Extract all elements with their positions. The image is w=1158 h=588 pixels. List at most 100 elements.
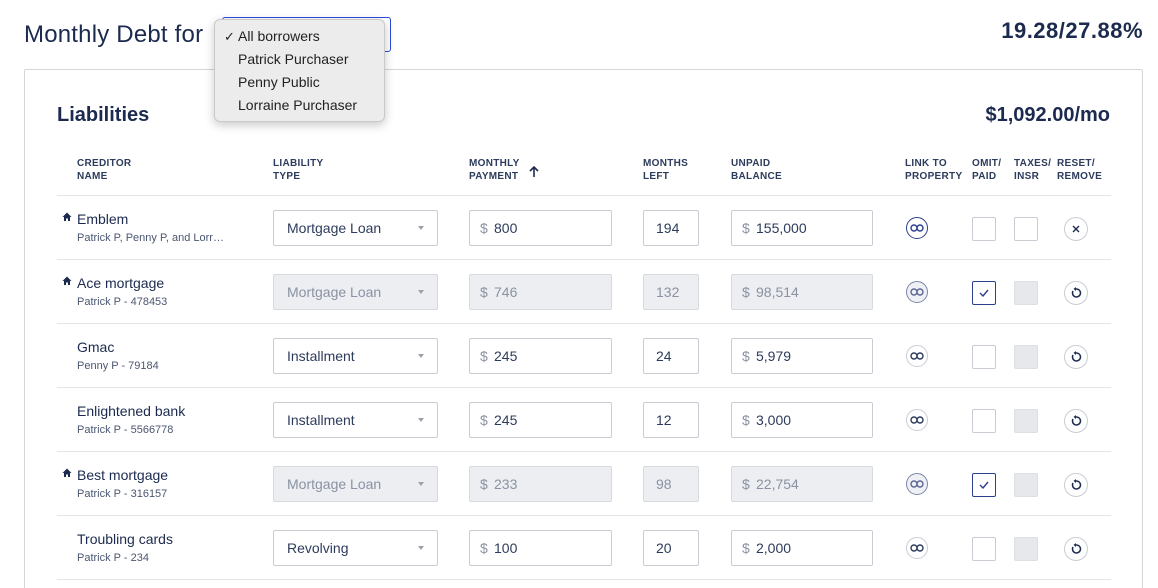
liability-type-value: Installment [287, 348, 355, 364]
monthly-payment-input[interactable]: $245 [469, 338, 612, 374]
remove-button[interactable] [1064, 217, 1088, 241]
unpaid-balance-input[interactable]: $98,514 [731, 274, 873, 310]
liability-type-select[interactable]: Revolving [273, 530, 438, 566]
liability-type-select[interactable]: Mortgage Loan [273, 274, 438, 310]
monthly-payment-input[interactable]: $746 [469, 274, 612, 310]
borrower-dropdown-menu: ✓ All borrowers Patrick Purchaser Penny P… [214, 19, 385, 122]
col-header-line: UNPAID [731, 158, 771, 169]
dti-ratio: 19.28/27.88% [1001, 18, 1143, 43]
dropdown-option-all-borrowers[interactable]: ✓ All borrowers [215, 25, 384, 48]
dropdown-option-penny-public[interactable]: Penny Public [215, 71, 384, 94]
unpaid-balance-input[interactable]: $155,000 [731, 210, 873, 246]
link-to-property-button[interactable] [906, 537, 928, 559]
reset-button[interactable] [1064, 537, 1088, 561]
liabilities-title: Liabilities [57, 104, 150, 126]
col-header-line: TAXES/ [1014, 158, 1052, 169]
currency-symbol: $ [480, 220, 488, 236]
months-left-input[interactable]: 24 [643, 338, 699, 374]
link-icon [910, 416, 924, 424]
monthly-payment-input[interactable]: $800 [469, 210, 612, 246]
liability-type-select[interactable]: Mortgage Loan [273, 466, 438, 502]
link-to-property-button[interactable] [906, 217, 928, 239]
col-header-line: OMIT/ [972, 158, 1002, 169]
currency-symbol: $ [742, 220, 750, 236]
col-header-type[interactable]: LIABILITY TYPE [273, 157, 323, 183]
unpaid-balance-input[interactable]: $3,000 [731, 402, 873, 438]
months-left-input[interactable]: 12 [643, 402, 699, 438]
monthly-payment-input[interactable]: $233 [469, 466, 612, 502]
liability-type-select[interactable]: Mortgage Loan [273, 210, 438, 246]
monthly-payment-value: 245 [494, 348, 518, 364]
months-left-input[interactable]: 194 [643, 210, 699, 246]
dropdown-option-lorraine-purchaser[interactable]: Lorraine Purchaser [215, 94, 384, 117]
col-header-line: PAYMENT [469, 171, 519, 182]
liability-type-value: Installment [287, 412, 355, 428]
months-left-input[interactable]: 20 [643, 530, 699, 566]
sort-ascending-icon[interactable] [527, 165, 541, 179]
col-header-line: MONTHS [643, 158, 689, 169]
caret-down-icon [418, 226, 424, 230]
omit-paid-checkbox[interactable] [972, 345, 996, 369]
reset-button[interactable] [1064, 345, 1088, 369]
unpaid-balance-input[interactable]: $22,754 [731, 466, 873, 502]
link-to-property-button[interactable] [906, 281, 928, 303]
dropdown-option-patrick-purchaser[interactable]: Patrick Purchaser [215, 48, 384, 71]
liability-type-select[interactable]: Installment [273, 338, 438, 374]
checkmark-icon: ✓ [224, 29, 235, 44]
dropdown-option-label: Penny Public [238, 74, 320, 90]
link-to-property-button[interactable] [906, 473, 928, 495]
col-header-omit: OMIT/PAID [972, 157, 1001, 183]
omit-paid-checkbox[interactable] [972, 217, 996, 241]
col-header-link: LINK TO PROPERTY [905, 157, 962, 183]
table-row: Ace mortgage Patrick P - 478453 Mortgage L… [25, 260, 1144, 324]
taxes-insurance-checkbox [1014, 409, 1038, 433]
col-header-line: BALANCE [731, 171, 782, 182]
liabilities-total: $1,092.00/mo [985, 104, 1110, 126]
liability-type-value: Revolving [287, 540, 349, 556]
monthly-payment-input[interactable]: $245 [469, 402, 612, 438]
creditor-name: Gmac [77, 339, 115, 355]
caret-down-icon [418, 290, 424, 294]
taxes-insurance-checkbox [1014, 537, 1038, 561]
months-left-input[interactable]: 98 [643, 466, 699, 502]
col-header-months[interactable]: MONTHS LEFT [643, 157, 688, 183]
taxes-insurance-checkbox [1014, 473, 1038, 497]
col-header-payment[interactable]: MONTHLY PAYMENT [469, 157, 520, 183]
col-header-taxes: TAXES/INSR [1014, 157, 1051, 183]
currency-symbol: $ [480, 412, 488, 428]
unpaid-balance-input[interactable]: $2,000 [731, 530, 873, 566]
row-divider [57, 579, 1111, 580]
col-header-line: MONTHLY [469, 158, 520, 169]
monthly-payment-input[interactable]: $100 [469, 530, 612, 566]
dropdown-option-label: All borrowers [238, 28, 320, 44]
taxes-insurance-checkbox [1014, 281, 1038, 305]
monthly-payment-value: 245 [494, 412, 518, 428]
liability-type-select[interactable]: Installment [273, 402, 438, 438]
reset-button[interactable] [1064, 409, 1088, 433]
omit-paid-checkbox[interactable] [972, 409, 996, 433]
link-to-property-button[interactable] [906, 409, 928, 431]
table-row: Gmac Penny P - 79184 Installment $245 24 $5,9… [25, 324, 1144, 388]
reset-icon [1071, 479, 1082, 490]
link-icon [910, 288, 924, 296]
currency-symbol: $ [742, 540, 750, 556]
omit-paid-checkbox[interactable] [972, 281, 996, 305]
link-to-property-button[interactable] [906, 345, 928, 367]
unpaid-balance-input[interactable]: $5,979 [731, 338, 873, 374]
unpaid-balance-value: 5,979 [756, 348, 792, 364]
dropdown-option-label: Patrick Purchaser [238, 51, 349, 67]
col-header-creditor[interactable]: CREDITOR NAME [77, 157, 131, 183]
taxes-insurance-checkbox[interactable] [1014, 217, 1038, 241]
unpaid-balance-value: 2,000 [756, 540, 792, 556]
omit-paid-checkbox[interactable] [972, 473, 996, 497]
reset-button[interactable] [1064, 281, 1088, 305]
home-icon [62, 276, 72, 285]
table-row: Best mortgage Patrick P - 316157 Mortgage … [25, 452, 1144, 516]
creditor-name: Troubling cards [77, 531, 173, 547]
omit-paid-checkbox[interactable] [972, 537, 996, 561]
creditor-owner: Patrick P, Penny P, and Lorr… [77, 232, 224, 244]
reset-icon [1071, 351, 1082, 362]
reset-button[interactable] [1064, 473, 1088, 497]
col-header-balance[interactable]: UNPAID BALANCE [731, 157, 782, 183]
months-left-input[interactable]: 132 [643, 274, 699, 310]
